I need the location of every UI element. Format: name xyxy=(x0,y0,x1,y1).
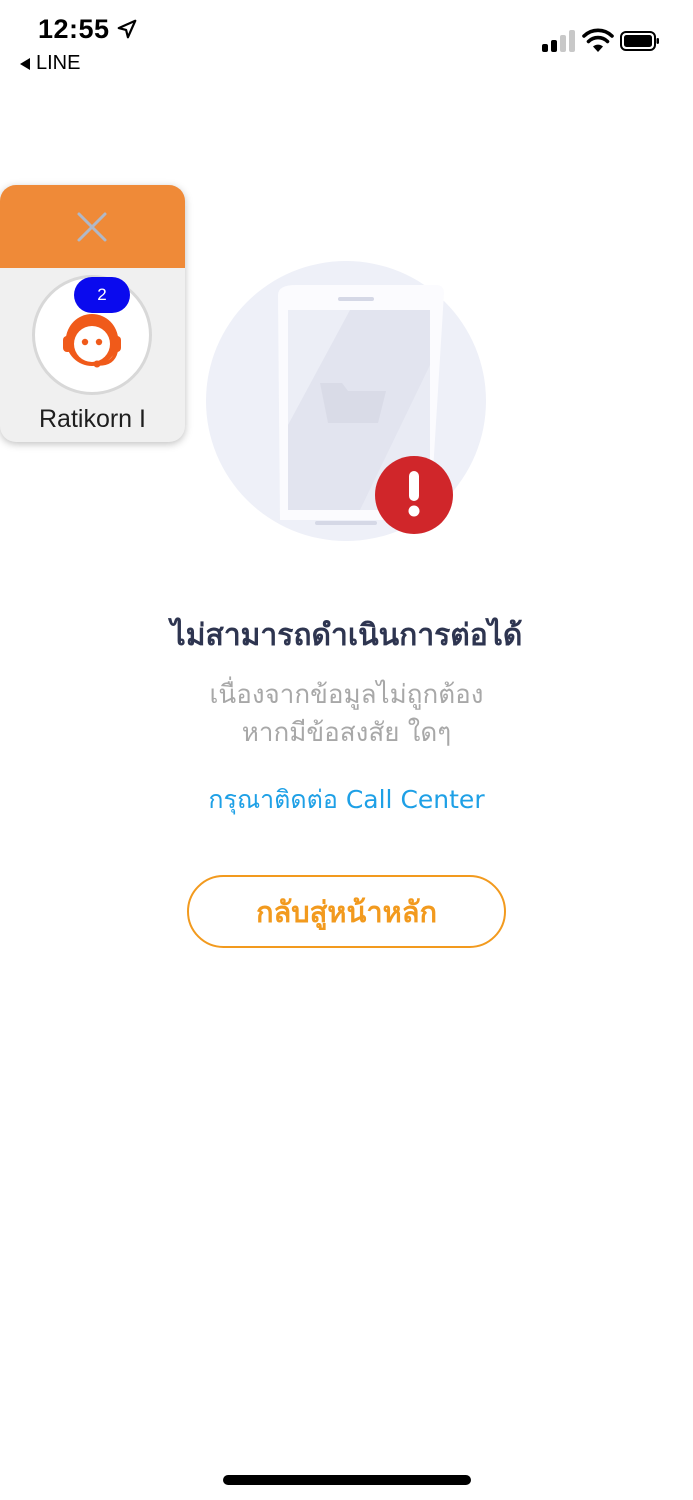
chat-head-close-bar[interactable] xyxy=(0,185,185,268)
unread-badge: 2 xyxy=(74,277,130,313)
close-icon[interactable] xyxy=(76,211,108,243)
error-description-line2: หากมีข้อสงสัย ใดๆ xyxy=(241,718,452,748)
status-time: 12:55 xyxy=(38,14,110,44)
back-arrow-icon xyxy=(20,57,30,70)
location-arrow-icon xyxy=(117,19,137,39)
call-center-link[interactable]: กรุณาติดต่อ Call Center xyxy=(0,780,693,820)
error-title: ไม่สามารถดำเนินการต่อได้ xyxy=(170,618,523,653)
back-to-home-button[interactable]: กลับสู่หน้าหลัก xyxy=(187,875,506,948)
chat-contact-name: Ratikorn I xyxy=(39,405,146,433)
phone-error-icon xyxy=(206,261,486,541)
chat-head-widget[interactable]: 2 Ratikorn I xyxy=(0,185,185,442)
cellular-signal-icon xyxy=(542,30,575,52)
home-indicator[interactable] xyxy=(223,1475,471,1485)
back-app-label: LINE xyxy=(36,52,81,74)
error-description-line1: เนื่องจากข้อมูลไม่ถูกต้อง xyxy=(209,680,484,710)
wifi-icon xyxy=(582,28,614,52)
back-to-app-link[interactable]: LINE xyxy=(20,52,80,75)
exclamation-icon xyxy=(375,456,453,534)
battery-icon xyxy=(620,31,659,51)
